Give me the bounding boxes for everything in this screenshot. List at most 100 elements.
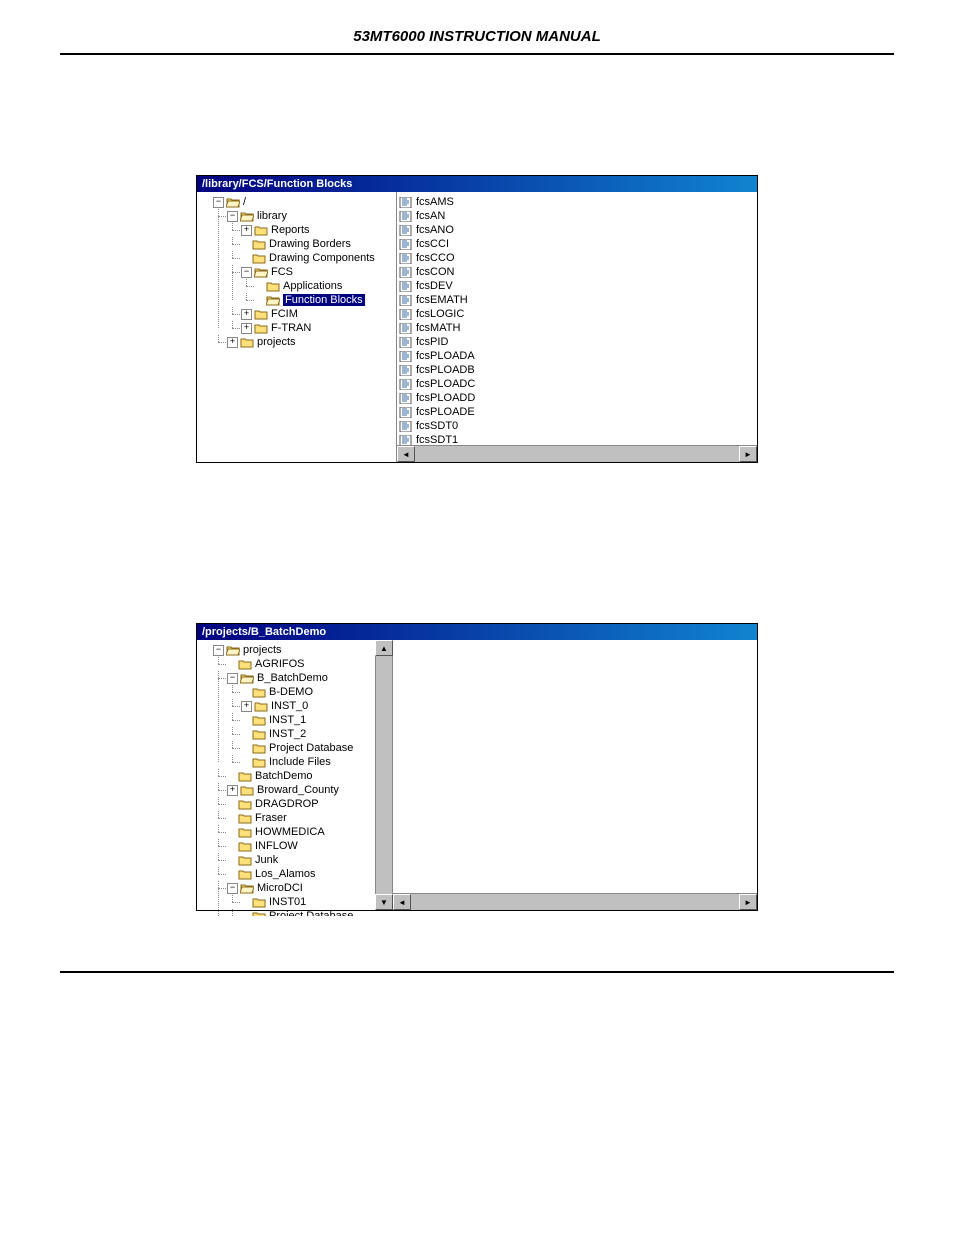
tree-item[interactable]: Include Files xyxy=(269,756,331,768)
folder-icon xyxy=(254,323,268,334)
document-icon xyxy=(399,309,413,320)
expand-icon[interactable]: + xyxy=(227,337,238,348)
window-library: /library/FCS/Function Blocks −/ −library… xyxy=(196,175,758,463)
folder-open-icon xyxy=(226,645,240,656)
tree-item[interactable]: Broward_County xyxy=(257,784,339,796)
document-icon xyxy=(399,365,413,376)
tree-item[interactable]: projects xyxy=(243,644,282,656)
window-projects: /projects/B_BatchDemo −projects AGRIFOS … xyxy=(196,623,758,911)
file-item[interactable]: fcsPLOADB xyxy=(399,363,755,377)
tree-pane[interactable]: −/ −library +Reports Drawing Borders Dra… xyxy=(197,192,397,462)
tree-item[interactable]: Reports xyxy=(271,224,310,236)
expand-icon[interactable]: + xyxy=(241,309,252,320)
document-icon xyxy=(399,393,413,404)
collapse-icon[interactable]: − xyxy=(241,267,252,278)
folder-icon xyxy=(252,743,266,754)
collapse-icon[interactable]: − xyxy=(227,211,238,222)
file-item[interactable]: fcsAMS xyxy=(399,195,755,209)
folder-icon xyxy=(266,281,280,292)
folder-open-icon xyxy=(254,267,268,278)
vertical-scrollbar[interactable]: ▲ ▼ xyxy=(375,640,392,910)
scroll-right-button[interactable]: ► xyxy=(739,446,757,462)
file-list-pane[interactable]: fcsAMSfcsANfcsANOfcsCCIfcsCCOfcsCONfcsDE… xyxy=(397,192,757,462)
tree-item[interactable]: INST_2 xyxy=(269,728,306,740)
file-item[interactable]: fcsMATH xyxy=(399,321,755,335)
file-item[interactable]: fcsEMATH xyxy=(399,293,755,307)
tree-item[interactable]: Junk xyxy=(255,854,278,866)
tree-item[interactable]: B_BatchDemo xyxy=(257,672,328,684)
file-item[interactable]: fcsCCO xyxy=(399,251,755,265)
scroll-right-button[interactable]: ► xyxy=(739,894,757,910)
tree-item[interactable]: Project Database xyxy=(269,910,353,916)
tree-item[interactable]: BatchDemo xyxy=(255,770,312,782)
file-item[interactable]: fcsCCI xyxy=(399,237,755,251)
tree-item[interactable]: F-TRAN xyxy=(271,322,311,334)
tree-item[interactable]: INFLOW xyxy=(255,840,298,852)
tree-item[interactable]: B-DEMO xyxy=(269,686,313,698)
tree-item[interactable]: AGRIFOS xyxy=(255,658,305,670)
scroll-up-button[interactable]: ▲ xyxy=(375,640,393,656)
document-icon xyxy=(399,211,413,222)
tree-item[interactable]: Fraser xyxy=(255,812,287,824)
document-icon xyxy=(399,267,413,278)
expand-icon[interactable]: + xyxy=(241,323,252,334)
file-item[interactable]: fcsPLOADE xyxy=(399,405,755,419)
document-icon xyxy=(399,295,413,306)
file-item[interactable]: fcsPID xyxy=(399,335,755,349)
document-icon xyxy=(399,337,413,348)
collapse-icon[interactable]: − xyxy=(227,673,238,684)
tree-pane[interactable]: − projects AGRIFOS − B_BatchDemo B-DEMO + I… xyxy=(197,640,376,916)
folder-open-icon xyxy=(240,211,254,222)
folder-icon xyxy=(254,225,268,236)
file-item[interactable]: fcsPLOADC xyxy=(399,377,755,391)
tree-item[interactable]: Applications xyxy=(283,280,342,292)
tree-item[interactable]: HOWMEDICA xyxy=(255,826,325,838)
tree-item[interactable]: INST_0 xyxy=(271,700,308,712)
folder-icon xyxy=(238,841,252,852)
file-item[interactable]: fcsANO xyxy=(399,223,755,237)
tree-item[interactable]: DRAGDROP xyxy=(255,798,319,810)
folder-icon xyxy=(238,813,252,824)
tree-item[interactable]: MicroDCI xyxy=(257,882,303,894)
file-item[interactable]: fcsLOGIC xyxy=(399,307,755,321)
scroll-left-button[interactable]: ◄ xyxy=(397,446,415,462)
tree-item[interactable]: INST01 xyxy=(269,896,306,908)
collapse-icon[interactable]: − xyxy=(213,645,224,656)
titlebar: /projects/B_BatchDemo xyxy=(197,624,757,640)
document-icon xyxy=(399,253,413,264)
expand-icon[interactable]: + xyxy=(227,785,238,796)
tree-item[interactable]: INST_1 xyxy=(269,714,306,726)
file-item[interactable]: fcsPLOADD xyxy=(399,391,755,405)
tree-item[interactable]: Drawing Components xyxy=(269,252,375,264)
tree-item[interactable]: Drawing Borders xyxy=(269,238,351,250)
tree-item[interactable]: FCIM xyxy=(271,308,298,320)
file-item[interactable]: fcsCON xyxy=(399,265,755,279)
expand-icon[interactable]: + xyxy=(241,701,252,712)
folder-open-icon xyxy=(226,197,240,208)
file-item[interactable]: fcsDEV xyxy=(399,279,755,293)
folder-icon xyxy=(238,827,252,838)
document-icon xyxy=(399,239,413,250)
tree-root[interactable]: / xyxy=(243,196,246,208)
folder-icon xyxy=(252,911,266,916)
expand-icon[interactable]: + xyxy=(241,225,252,236)
file-item[interactable]: fcsPLOADA xyxy=(399,349,755,363)
tree-item[interactable]: Los_Alamos xyxy=(255,868,316,880)
folder-icon xyxy=(238,799,252,810)
tree-item-library[interactable]: library xyxy=(257,210,287,222)
file-item[interactable]: fcsAN xyxy=(399,209,755,223)
tree-item[interactable]: Project Database xyxy=(269,742,353,754)
scroll-down-button[interactable]: ▼ xyxy=(375,894,393,910)
scroll-left-button[interactable]: ◄ xyxy=(393,894,411,910)
tree-item[interactable]: projects xyxy=(257,336,296,348)
tree-item[interactable]: FCS xyxy=(271,266,293,278)
folder-icon xyxy=(252,253,266,264)
folder-icon xyxy=(252,729,266,740)
collapse-icon[interactable]: − xyxy=(227,883,238,894)
document-icon xyxy=(399,351,413,362)
file-list-pane[interactable]: ◄ ► xyxy=(393,640,757,910)
tree-item-selected[interactable]: Function Blocks xyxy=(283,294,365,306)
file-item[interactable]: fcsSDT0 xyxy=(399,419,755,433)
collapse-icon[interactable]: − xyxy=(213,197,224,208)
folder-icon xyxy=(252,897,266,908)
